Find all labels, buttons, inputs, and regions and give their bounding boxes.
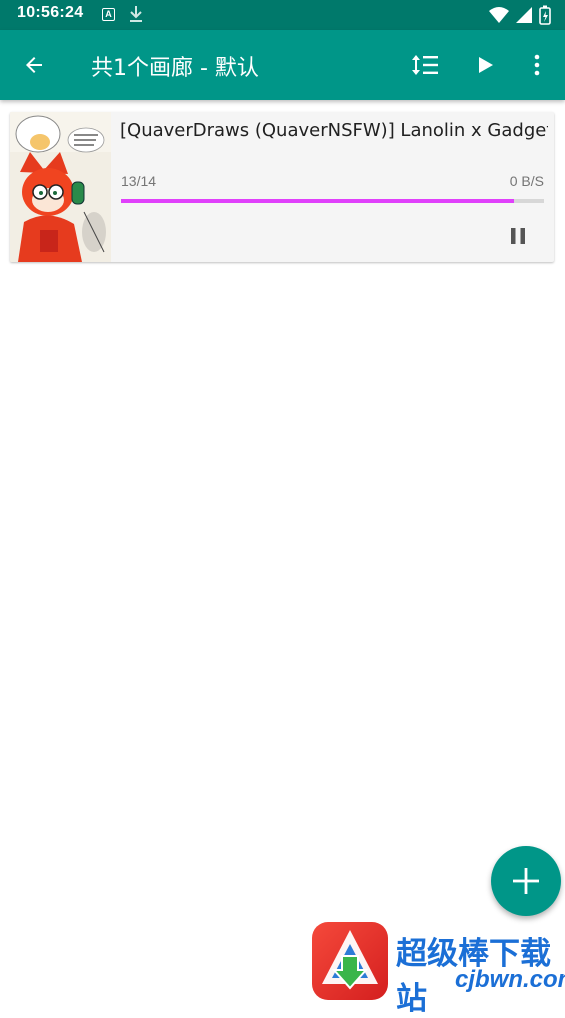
signal-icon xyxy=(516,7,532,23)
wifi-icon xyxy=(489,7,509,23)
download-progress-bar xyxy=(121,199,544,203)
status-bar: 10:56:24 A xyxy=(0,0,565,30)
download-speed: 0 B/S xyxy=(509,173,544,189)
app-bar: 共1个画廊 - 默认 xyxy=(0,30,565,100)
gallery-title: [QuaverDraws (QuaverNSFW)] Lanolin x Gad… xyxy=(120,120,548,141)
play-icon[interactable] xyxy=(476,53,496,77)
more-vert-icon[interactable] xyxy=(531,53,543,77)
download-item[interactable]: [QuaverDraws (QuaverNSFW)] Lanolin x Gad… xyxy=(10,112,554,262)
download-progress-fill xyxy=(121,199,515,203)
page-count: 13/14 xyxy=(121,173,157,189)
sort-icon[interactable] xyxy=(411,53,439,77)
pause-icon[interactable] xyxy=(508,226,528,246)
battery-icon xyxy=(539,5,551,25)
watermark-url: cjbwn.com xyxy=(455,966,565,993)
back-arrow-icon[interactable] xyxy=(22,53,46,77)
watermark-logo xyxy=(312,922,388,1000)
a-notification-icon: A xyxy=(102,8,115,21)
add-fab-button[interactable] xyxy=(491,846,561,916)
download-icon xyxy=(130,6,142,22)
add-icon xyxy=(513,868,539,894)
status-time: 10:56:24 xyxy=(17,4,84,21)
gallery-thumbnail[interactable] xyxy=(10,112,111,262)
page-title: 共1个画廊 - 默认 xyxy=(91,56,259,81)
